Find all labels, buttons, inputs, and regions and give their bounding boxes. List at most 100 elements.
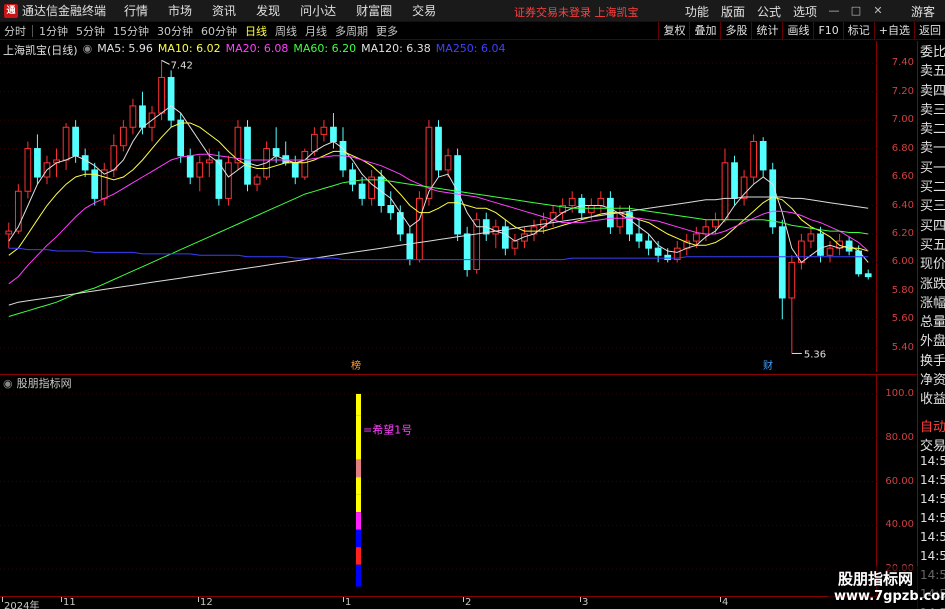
candle-body [62, 126, 70, 161]
side-item[interactable]: 卖五 [918, 60, 945, 79]
candle-body [387, 205, 395, 214]
side-item[interactable]: 委比 [918, 41, 945, 60]
candle-body [807, 233, 815, 242]
indicator-toggle-icon[interactable]: ◉ [3, 377, 13, 390]
date-tick-label: 2024年 [4, 601, 40, 609]
candle-body [750, 140, 757, 178]
tab-15min[interactable]: 15分钟 [109, 23, 153, 39]
stock-label[interactable]: 上海凯宝(日线) [3, 42, 78, 58]
side-item[interactable]: 收益 [918, 388, 945, 407]
menu-formula[interactable]: 公式 [757, 3, 781, 20]
tab-30min[interactable]: 30分钟 [153, 23, 197, 39]
tool-f10[interactable]: F10 [813, 22, 842, 40]
candle [492, 219, 500, 249]
side-item[interactable]: 卖一 [918, 137, 945, 156]
signal-bar-segment [356, 477, 361, 495]
date-tick-label: 2 [465, 597, 472, 608]
side-item[interactable]: 卖二 [918, 118, 945, 137]
tab-monthly[interactable]: 月线 [301, 23, 331, 39]
candle [530, 219, 538, 242]
menu-function[interactable]: 功能 [685, 3, 709, 20]
ma250-label: MA250: 6.04 [435, 42, 506, 55]
maximize-icon[interactable]: □ [849, 4, 863, 18]
main-chart[interactable]: 7.42 5.36 榜 财 上海凯宝(日线) ◉ MA5: 5.96 MA10: 6.… [0, 41, 877, 372]
tab-1min[interactable]: 1分钟 [35, 23, 72, 39]
candlestick-chart[interactable]: 7.42 5.36 榜 财 [0, 41, 877, 372]
side-item[interactable]: 现价 [918, 253, 945, 272]
side-item[interactable]: 买五 [918, 234, 945, 253]
side-item[interactable]: 卖三 [918, 99, 945, 118]
watermark-url: www.7gpzb.com [834, 589, 945, 604]
candle-body [120, 126, 127, 147]
side-item[interactable]: 涨跌 [918, 273, 945, 292]
candle-body [14, 190, 22, 232]
side-item[interactable]: 外盘 [918, 330, 945, 349]
tool-mark[interactable]: 标记 [842, 22, 874, 40]
tab-more[interactable]: 更多 [372, 23, 402, 39]
tool-stats[interactable]: 统计 [751, 22, 782, 40]
side-item[interactable]: 买一 [918, 157, 945, 176]
tool-adjust[interactable]: 复权 [658, 22, 689, 40]
menu-quotes[interactable]: 行情 [124, 2, 148, 19]
signal-label: =希望1号 [363, 422, 412, 436]
side-item[interactable]: 买二 [918, 176, 945, 195]
side-item[interactable]: 涨幅 [918, 292, 945, 311]
signal-bar-segment [356, 547, 361, 565]
price-tick-label: 5.80 [891, 284, 914, 296]
auto-label[interactable]: 自动 [918, 416, 945, 435]
legend-toggle-icon[interactable]: ◉ [83, 42, 93, 58]
indicator-svg[interactable]: =希望1号 [0, 375, 877, 597]
candle [244, 120, 251, 192]
trade-label[interactable]: 交易 [918, 435, 945, 454]
menu-options[interactable]: 选项 [793, 3, 817, 20]
tab-weekly[interactable]: 周线 [271, 23, 301, 39]
side-item[interactable]: 换手 [918, 350, 945, 369]
tool-draw[interactable]: 画线 [782, 22, 813, 40]
side-item[interactable]: 卖四 [918, 80, 945, 99]
tab-multi-period[interactable]: 多周期 [331, 23, 372, 39]
tab-60min[interactable]: 60分钟 [197, 23, 241, 39]
login-warning[interactable]: 证券交易未登录 上海凯宝 [514, 4, 639, 20]
candle-body [5, 230, 13, 235]
candle [129, 98, 137, 135]
side-item[interactable]: 买三 [918, 195, 945, 214]
side-item[interactable]: 净资 [918, 369, 945, 388]
candle-body [205, 159, 213, 164]
menu-wealth[interactable]: 财富圈 [356, 2, 392, 19]
candle-body [358, 183, 366, 199]
tool-overlay[interactable]: 叠加 [689, 22, 720, 40]
candle [91, 162, 99, 206]
candle [616, 205, 624, 234]
tab-5min[interactable]: 5分钟 [72, 23, 109, 39]
candle [349, 162, 356, 192]
tool-add-favorite[interactable]: +自选 [873, 22, 914, 40]
menu-trade[interactable]: 交易 [412, 2, 436, 19]
candle [597, 191, 605, 213]
date-tick-mark [720, 597, 721, 602]
menu-news[interactable]: 资讯 [212, 2, 236, 19]
indicator-title[interactable]: 股朋指标网 [17, 375, 72, 391]
price-tick-label: 5.60 [891, 313, 914, 325]
date-tick-mark [2, 597, 3, 602]
candle [234, 120, 242, 170]
tool-multi-stock[interactable]: 多股 [720, 22, 751, 40]
indicator-tick-label: 40.00 [885, 519, 914, 531]
guest-user[interactable]: 游客 [911, 3, 935, 20]
tick-time: 14:5 [920, 511, 945, 526]
tool-back[interactable]: 返回 [914, 22, 945, 40]
side-item[interactable]: 总量 [918, 311, 945, 330]
menu-discover[interactable]: 发现 [256, 2, 280, 19]
close-icon[interactable]: ✕ [871, 4, 885, 18]
menu-market[interactable]: 市场 [168, 2, 192, 19]
menu-layout[interactable]: 版面 [721, 3, 745, 20]
tab-daily[interactable]: 日线 [241, 23, 271, 39]
tab-timeshare[interactable]: 分时 [0, 23, 30, 39]
indicator-chart[interactable]: =希望1号 [0, 374, 877, 596]
minimize-icon[interactable]: — [827, 4, 841, 18]
signal-bar-segment [356, 564, 361, 587]
side-item[interactable]: 买四 [918, 215, 945, 234]
candle [253, 174, 261, 192]
menu-ask[interactable]: 问小达 [300, 2, 336, 19]
candle [788, 255, 796, 354]
date-tick-mark [580, 597, 581, 602]
